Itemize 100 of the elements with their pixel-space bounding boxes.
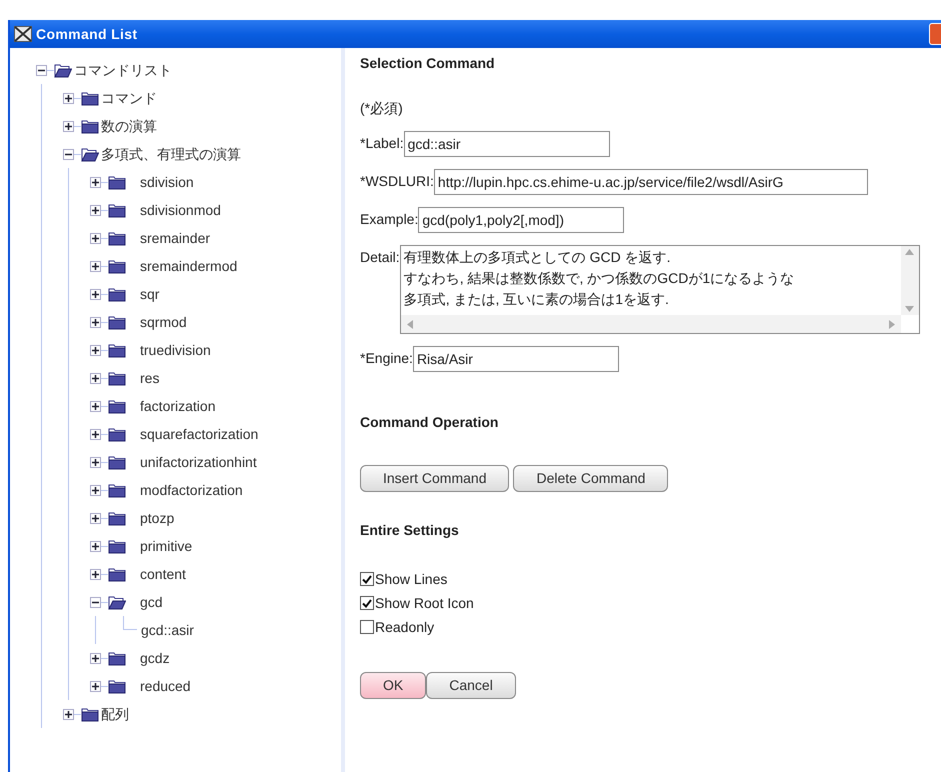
expand-toggle[interactable] <box>90 540 101 552</box>
folder-icon <box>108 482 126 498</box>
plus-icon <box>92 234 99 242</box>
tree-item[interactable]: gcd <box>140 592 163 612</box>
tree-item[interactable]: modfactorization <box>140 480 243 500</box>
tree-item[interactable]: 配列 <box>101 704 129 724</box>
expand-toggle[interactable] <box>90 680 101 692</box>
tree-item[interactable]: コマンド <box>101 88 157 108</box>
tree-item[interactable]: コマンドリスト <box>74 60 172 80</box>
tree-item[interactable]: unifactorizationhint <box>140 452 257 472</box>
plus-icon <box>92 262 99 270</box>
plus-icon <box>92 178 99 186</box>
tree-item[interactable]: sremaindermod <box>140 256 238 276</box>
checkbox[interactable] <box>360 620 374 634</box>
plus-icon <box>92 542 99 550</box>
detail-line: 有理数体上の多項式としての GCD を返す. <box>404 248 672 267</box>
tree-item[interactable]: sremainder <box>140 228 210 248</box>
detail-field[interactable]: 有理数体上の多項式としての GCD を返す. すなわち, 結果は整数係数で, かつ係数のGCDが1になるような 多項式, または, 互いに素の場合は1を返す. <box>400 245 920 334</box>
plus-icon <box>92 402 99 410</box>
tree-item[interactable]: primitive <box>140 536 192 556</box>
plus-icon <box>92 430 99 438</box>
plus-icon <box>92 570 99 578</box>
tree-item[interactable]: reduced <box>140 676 191 696</box>
folder-icon <box>108 202 126 218</box>
folder-icon <box>108 566 126 582</box>
expand-toggle[interactable] <box>90 316 101 328</box>
field-label: *Engine: <box>360 349 413 368</box>
dialog-button[interactable]: OK <box>360 672 426 699</box>
plus-icon <box>65 94 72 102</box>
plus-icon <box>92 290 99 298</box>
tree-item[interactable]: 多項式、有理式の演算 <box>101 144 241 164</box>
open-folder-icon <box>81 146 99 162</box>
expand-toggle[interactable] <box>90 372 101 384</box>
expand-toggle[interactable] <box>90 232 101 244</box>
folder-icon <box>108 678 126 694</box>
tree-item[interactable]: ptozp <box>140 508 174 528</box>
folder-icon <box>108 342 126 358</box>
command-button[interactable]: Insert Command <box>360 465 510 492</box>
close-button[interactable] <box>929 23 941 45</box>
expand-toggle[interactable] <box>90 344 101 356</box>
tree-item[interactable]: gcd::asir <box>141 620 194 640</box>
tree-item[interactable]: truedivision <box>140 340 211 360</box>
expand-toggle[interactable] <box>63 120 74 132</box>
expand-toggle[interactable] <box>90 260 101 272</box>
folder-icon <box>108 314 126 330</box>
checkbox-label: Show Lines <box>375 570 448 588</box>
dialog-button[interactable]: Cancel <box>426 672 516 699</box>
detail-line: すなわち, 結果は整数係数で, かつ係数のGCDが1になるような <box>404 269 796 288</box>
tree-item[interactable]: res <box>140 368 160 388</box>
plus-icon <box>92 654 99 662</box>
expand-toggle[interactable] <box>90 288 101 300</box>
tree-item[interactable]: sqrmod <box>140 312 187 332</box>
collapse-toggle[interactable] <box>90 596 101 608</box>
checkbox-label: Show Root Icon <box>375 594 474 612</box>
plus-icon <box>92 374 99 382</box>
section-heading: Selection Command <box>360 54 496 73</box>
checkbox[interactable] <box>360 572 374 586</box>
tree-item[interactable]: sdivision <box>140 172 194 192</box>
text-field[interactable]: gcd(poly1,poly2[,mod]) <box>418 207 624 233</box>
tree-item[interactable]: content <box>140 564 186 584</box>
tree-item[interactable]: squarefactorization <box>140 424 258 444</box>
expand-toggle[interactable] <box>90 428 101 440</box>
expand-toggle[interactable] <box>90 456 101 468</box>
section-heading: Command Operation <box>360 413 500 432</box>
field-label: *WSDLURI: <box>360 172 434 191</box>
tree-item[interactable]: gcdz <box>140 648 170 668</box>
tree-item[interactable]: sqr <box>140 284 160 304</box>
open-folder-icon <box>54 62 72 78</box>
expand-toggle[interactable] <box>90 400 101 412</box>
folder-icon <box>81 90 99 106</box>
tree-item[interactable]: sdivisionmod <box>140 200 221 220</box>
collapse-toggle[interactable] <box>36 64 47 76</box>
expand-toggle[interactable] <box>90 652 101 664</box>
app-icon <box>14 26 32 42</box>
expand-toggle[interactable] <box>90 484 101 496</box>
plus-icon <box>92 346 99 354</box>
expand-toggle[interactable] <box>63 708 74 720</box>
expand-toggle[interactable] <box>90 568 101 580</box>
plus-icon <box>92 486 99 494</box>
folder-icon <box>108 286 126 302</box>
text-field[interactable]: http://lupin.hpc.cs.ehime-u.ac.jp/service/file2/wsdl/AsirG <box>434 169 868 195</box>
tree-item[interactable]: 数の演算 <box>101 116 157 136</box>
plus-icon <box>92 682 99 690</box>
text-field[interactable]: gcd::asir <box>404 131 610 157</box>
checkbox[interactable] <box>360 596 374 610</box>
field-label: *Label: <box>360 134 404 153</box>
folder-icon <box>108 650 126 666</box>
field-label: Detail: <box>360 248 400 267</box>
text-field[interactable]: Risa/Asir <box>412 346 619 372</box>
tree-item[interactable]: factorization <box>140 396 216 416</box>
expand-toggle[interactable] <box>90 512 101 524</box>
field-label: Example: <box>360 210 418 229</box>
collapse-toggle[interactable] <box>63 148 74 160</box>
plus-icon <box>92 206 99 214</box>
command-button[interactable]: Delete Command <box>513 465 668 492</box>
expand-toggle[interactable] <box>90 176 101 188</box>
expand-toggle[interactable] <box>63 92 74 104</box>
open-folder-icon <box>108 594 126 610</box>
plus-icon <box>92 458 99 466</box>
expand-toggle[interactable] <box>90 204 101 216</box>
